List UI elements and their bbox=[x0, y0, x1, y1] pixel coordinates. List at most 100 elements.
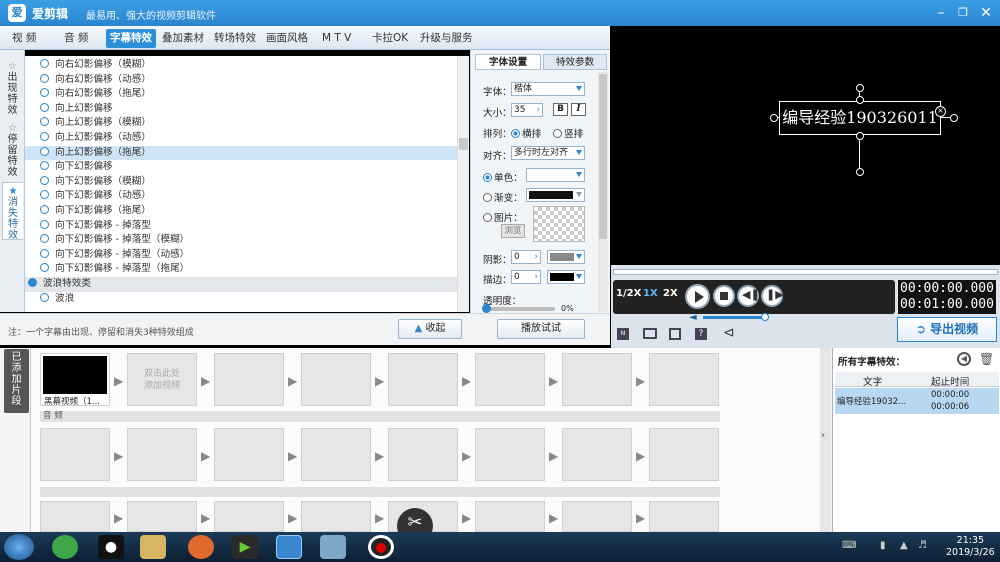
font-select[interactable]: 楷体 bbox=[511, 82, 585, 96]
slider-handle[interactable] bbox=[761, 313, 769, 321]
prev-frame-button[interactable]: ◀❚ bbox=[737, 285, 760, 307]
tab-subtitle-effects[interactable]: 字幕特效 bbox=[106, 29, 156, 48]
stroke-select[interactable]: 0 › bbox=[511, 270, 541, 284]
empty-slot[interactable] bbox=[562, 428, 632, 481]
qq-icon[interactable]: ● bbox=[98, 535, 124, 559]
empty-slot[interactable] bbox=[475, 353, 545, 406]
list-item[interactable]: 向下幻影偏移（动感） bbox=[25, 189, 457, 204]
empty-slot[interactable] bbox=[301, 353, 371, 406]
rotate-handle[interactable] bbox=[856, 84, 864, 92]
resize-handle-top[interactable] bbox=[856, 96, 864, 104]
list-item[interactable]: 向右幻影偏移（动感） bbox=[25, 73, 457, 88]
list-item[interactable]: 向下幻影偏移 - 掉落型（模糊） bbox=[25, 233, 457, 248]
subtitle-textbox[interactable]: 编导经验190326011 bbox=[779, 101, 941, 135]
empty-slot[interactable] bbox=[388, 428, 458, 481]
list-item[interactable]: 向下幻影偏移 bbox=[25, 160, 457, 175]
save-icon[interactable] bbox=[669, 328, 681, 340]
empty-slot[interactable] bbox=[40, 501, 110, 532]
tab-audio[interactable]: 音 频 bbox=[60, 29, 92, 48]
single-color-radio[interactable]: 单色： bbox=[483, 170, 523, 184]
list-item[interactable]: 向下幻影偏移 - 掉落型（动感） bbox=[25, 248, 457, 263]
app-taskbar-icon[interactable] bbox=[320, 535, 346, 559]
network-icon[interactable]: ▲ bbox=[900, 540, 908, 551]
empty-slot[interactable] bbox=[40, 428, 110, 481]
empty-slot[interactable] bbox=[214, 428, 284, 481]
empty-slot[interactable] bbox=[214, 501, 284, 532]
empty-slot[interactable] bbox=[649, 353, 719, 406]
tab-karaoke[interactable]: 卡拉OK bbox=[368, 29, 412, 48]
new-project-icon[interactable]: N bbox=[617, 328, 629, 340]
start-button-icon[interactable] bbox=[4, 534, 34, 560]
chevron-right-icon[interactable]: › bbox=[821, 430, 825, 441]
minimize-icon[interactable]: – bbox=[930, 3, 952, 23]
add-video-slot[interactable]: 双击此处 添加视频 bbox=[127, 353, 197, 406]
list-item[interactable]: 波浪 bbox=[25, 292, 457, 307]
list-item[interactable]: 向下幻影偏移（模糊） bbox=[25, 175, 457, 190]
resize-handle-bottom[interactable] bbox=[856, 132, 864, 140]
tab-font-settings[interactable]: 字体设置 bbox=[475, 54, 541, 70]
shadow-color-picker[interactable] bbox=[547, 250, 585, 264]
volume-slider[interactable] bbox=[703, 313, 769, 321]
empty-slot[interactable] bbox=[649, 428, 719, 481]
help-icon[interactable]: ? bbox=[695, 328, 707, 340]
tab-style[interactable]: 画面风格 bbox=[262, 29, 312, 48]
list-item[interactable]: 向上幻影偏移（模糊） bbox=[25, 116, 457, 131]
clock[interactable]: 21:35 2019/3/26 bbox=[946, 535, 995, 559]
table-row[interactable]: 编导经验19032... 00:00:00 00:00:06 bbox=[835, 388, 999, 414]
list-item[interactable]: 向右幻影偏移（模糊） bbox=[25, 58, 457, 73]
empty-slot[interactable] bbox=[214, 353, 284, 406]
speed-2x-button[interactable]: 2X bbox=[663, 288, 678, 299]
layout-vertical-radio[interactable]: 竖排 bbox=[553, 126, 583, 140]
move-handle[interactable] bbox=[856, 168, 864, 176]
tab-effect-params[interactable]: 特效参数 bbox=[543, 54, 607, 70]
aijianji-taskbar-icon[interactable] bbox=[276, 535, 302, 559]
video-clip[interactable]: 黑幕视频（1... bbox=[40, 353, 110, 407]
tab-upgrade[interactable]: 升级与服务 bbox=[416, 29, 477, 48]
firefox-icon[interactable] bbox=[188, 535, 214, 559]
tab-overlay[interactable]: 叠加素材 bbox=[158, 29, 208, 48]
image-radio[interactable]: 图片： bbox=[483, 210, 523, 224]
media-player-icon[interactable]: ▶ bbox=[232, 535, 258, 559]
stop-button[interactable] bbox=[713, 285, 735, 307]
record-icon[interactable] bbox=[368, 535, 394, 559]
open-folder-icon[interactable] bbox=[643, 328, 657, 339]
browse-button[interactable]: 浏览 bbox=[501, 224, 525, 238]
stroke-color-picker[interactable] bbox=[547, 270, 585, 284]
tab-stay-effects[interactable]: ☆ 停 留 特 效 bbox=[2, 120, 23, 178]
list-item[interactable]: 向上幻影偏移 bbox=[25, 102, 457, 117]
list-item[interactable]: 向上幻影偏移（动感） bbox=[25, 131, 457, 146]
list-item[interactable]: 向下幻影偏移 - 掉落型 bbox=[25, 219, 457, 234]
layout-horizontal-radio[interactable]: 横排 bbox=[511, 126, 541, 140]
italic-button[interactable]: I bbox=[571, 103, 586, 116]
empty-slot[interactable] bbox=[562, 501, 632, 532]
resize-handle-right[interactable] bbox=[950, 114, 958, 122]
empty-slot[interactable] bbox=[388, 353, 458, 406]
back-icon[interactable]: ◀ bbox=[957, 352, 971, 366]
tab-transition[interactable]: 转场特效 bbox=[210, 29, 260, 48]
slider-handle[interactable] bbox=[482, 304, 491, 313]
size-select[interactable]: 35 › bbox=[511, 103, 543, 117]
close-icon[interactable]: ✕ bbox=[975, 3, 997, 23]
scrollbar-thumb[interactable] bbox=[459, 138, 468, 150]
empty-slot[interactable] bbox=[475, 428, 545, 481]
delete-subtitle-icon[interactable]: × bbox=[935, 106, 946, 117]
empty-slot[interactable] bbox=[127, 428, 197, 481]
gradient-radio[interactable]: 渐变： bbox=[483, 190, 523, 204]
empty-slot[interactable] bbox=[301, 428, 371, 481]
tab-disappear-effects[interactable]: ★ 消 失 特 效 bbox=[2, 182, 23, 241]
scrollbar-thumb[interactable] bbox=[599, 74, 607, 239]
bold-button[interactable]: B bbox=[553, 103, 568, 116]
shadow-select[interactable]: 0 › bbox=[511, 250, 541, 264]
panel-splitter[interactable]: › bbox=[820, 348, 831, 532]
resize-handle-left[interactable] bbox=[770, 114, 778, 122]
play-test-button[interactable]: 播放试试 bbox=[497, 319, 585, 339]
export-video-button[interactable]: ➲ 导出视频 bbox=[897, 317, 997, 342]
empty-slot[interactable] bbox=[127, 501, 197, 532]
collapse-button[interactable]: ▲ 收起 bbox=[398, 319, 462, 339]
video-preview[interactable]: 编导经验190326011 × bbox=[611, 26, 1000, 265]
empty-slot[interactable] bbox=[475, 501, 545, 532]
trash-icon[interactable]: 🗑 bbox=[979, 352, 994, 366]
restore-icon[interactable]: ❐ bbox=[952, 3, 974, 23]
opacity-slider[interactable] bbox=[482, 304, 555, 313]
empty-slot[interactable] bbox=[649, 501, 719, 532]
